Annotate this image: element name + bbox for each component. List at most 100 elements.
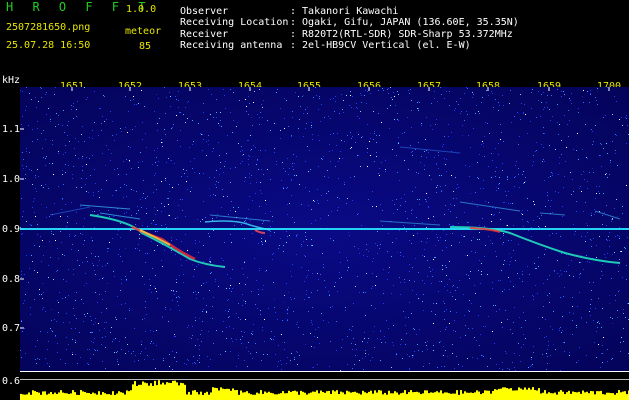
histogram-bar [274,394,276,400]
histogram-bar [188,391,190,400]
histogram-bar [478,391,480,400]
histogram-bar [66,393,68,400]
histogram-bar [470,392,472,400]
histogram-bar [454,393,456,400]
histogram-bar [104,393,106,400]
histogram-bar [608,392,610,400]
histogram-bar [100,394,102,400]
histogram-bar [108,394,110,400]
histogram-bar [342,392,344,400]
histogram-bar [540,393,542,400]
histogram-bar [276,394,278,400]
histogram-bar [48,393,50,400]
histogram-bar [548,392,550,400]
histogram-bar [480,394,482,400]
histogram-bar [320,390,322,400]
y-tick: 1.1 [2,124,21,135]
histogram-bar [574,392,576,400]
histogram-bar [96,394,98,400]
histogram-bar [38,392,40,400]
histogram-bar [196,392,198,400]
histogram-bar [256,392,258,400]
histogram-bar [502,387,504,400]
signal-histogram [20,371,629,400]
histogram-bar [570,393,572,400]
histogram-bar [380,390,382,400]
histogram-bar [116,393,118,400]
histogram-bar [432,392,434,400]
histogram-bar [352,392,354,400]
histogram-bar [78,394,80,400]
histogram-bar [358,393,360,400]
histogram-bar [600,390,602,400]
histogram-bar [114,394,116,400]
observer-value: : Takanori Kawachi [290,6,399,17]
histogram-bar [556,394,558,400]
histogram-bar [102,392,104,400]
histogram-bar [86,392,88,400]
histogram-bar [268,391,270,400]
histogram-bar [184,384,186,400]
histogram-bar [168,382,170,400]
histogram-bar [566,392,568,400]
histogram-bar [216,388,218,400]
histogram-bar [572,391,574,400]
histogram-bar [110,394,112,400]
histogram-bar [26,394,28,400]
histogram-bar [46,394,48,400]
histogram-bar [578,391,580,400]
histogram-bar [386,394,388,400]
histogram-bar [426,390,428,400]
histogram-bar [610,393,612,400]
histogram-bar [302,391,304,400]
histogram-bar [198,394,200,400]
histogram-bar [530,389,532,400]
histogram-bar [484,390,486,400]
histogram-bar [182,383,184,400]
histogram-bar [164,384,166,400]
signal-strength-panel [20,371,629,400]
histogram-bar [394,391,396,400]
histogram-bar [392,393,394,400]
histogram-bar [226,388,228,400]
histogram-bar [616,392,618,400]
histogram-bar [562,391,564,400]
histogram-bar [498,388,500,400]
histogram-bar [588,393,590,400]
histogram-bar [446,392,448,400]
histogram-bar [384,392,386,400]
histogram-bar [174,380,176,400]
histogram-bar [230,390,232,400]
histogram-bar [222,388,224,400]
histogram-bar [36,391,38,400]
histogram-bar [296,391,298,400]
histogram-bar [624,391,626,400]
histogram-bar [576,392,578,400]
histogram-bar [560,390,562,400]
histogram-bar [518,387,520,400]
histogram-bar [312,391,314,400]
histogram-bar [150,383,152,400]
histogram-bar [94,393,96,400]
hroft-screen: H R O F F T 1.0.0 2507281650.png meteor … [0,0,629,400]
histogram-bar [596,391,598,400]
histogram-bar [490,393,492,400]
histogram-bar [444,392,446,400]
histogram-bar [56,393,58,400]
histogram-bar [598,391,600,400]
histogram-bar [92,392,94,400]
histogram-bar [90,393,92,400]
histogram-bar [374,390,376,400]
histogram-bar [334,391,336,400]
histogram-bar [42,391,44,400]
histogram-bar [208,394,210,400]
histogram-bar [520,388,522,400]
histogram-bar [306,394,308,400]
meteor-trace-faint [49,206,91,216]
antenna-label: Receiving antenna [180,40,283,51]
histogram-bar [146,383,148,400]
histogram-bar [258,393,260,400]
histogram-bar [242,392,244,400]
time-tick-marks [71,87,610,91]
histogram-bar [240,390,242,400]
